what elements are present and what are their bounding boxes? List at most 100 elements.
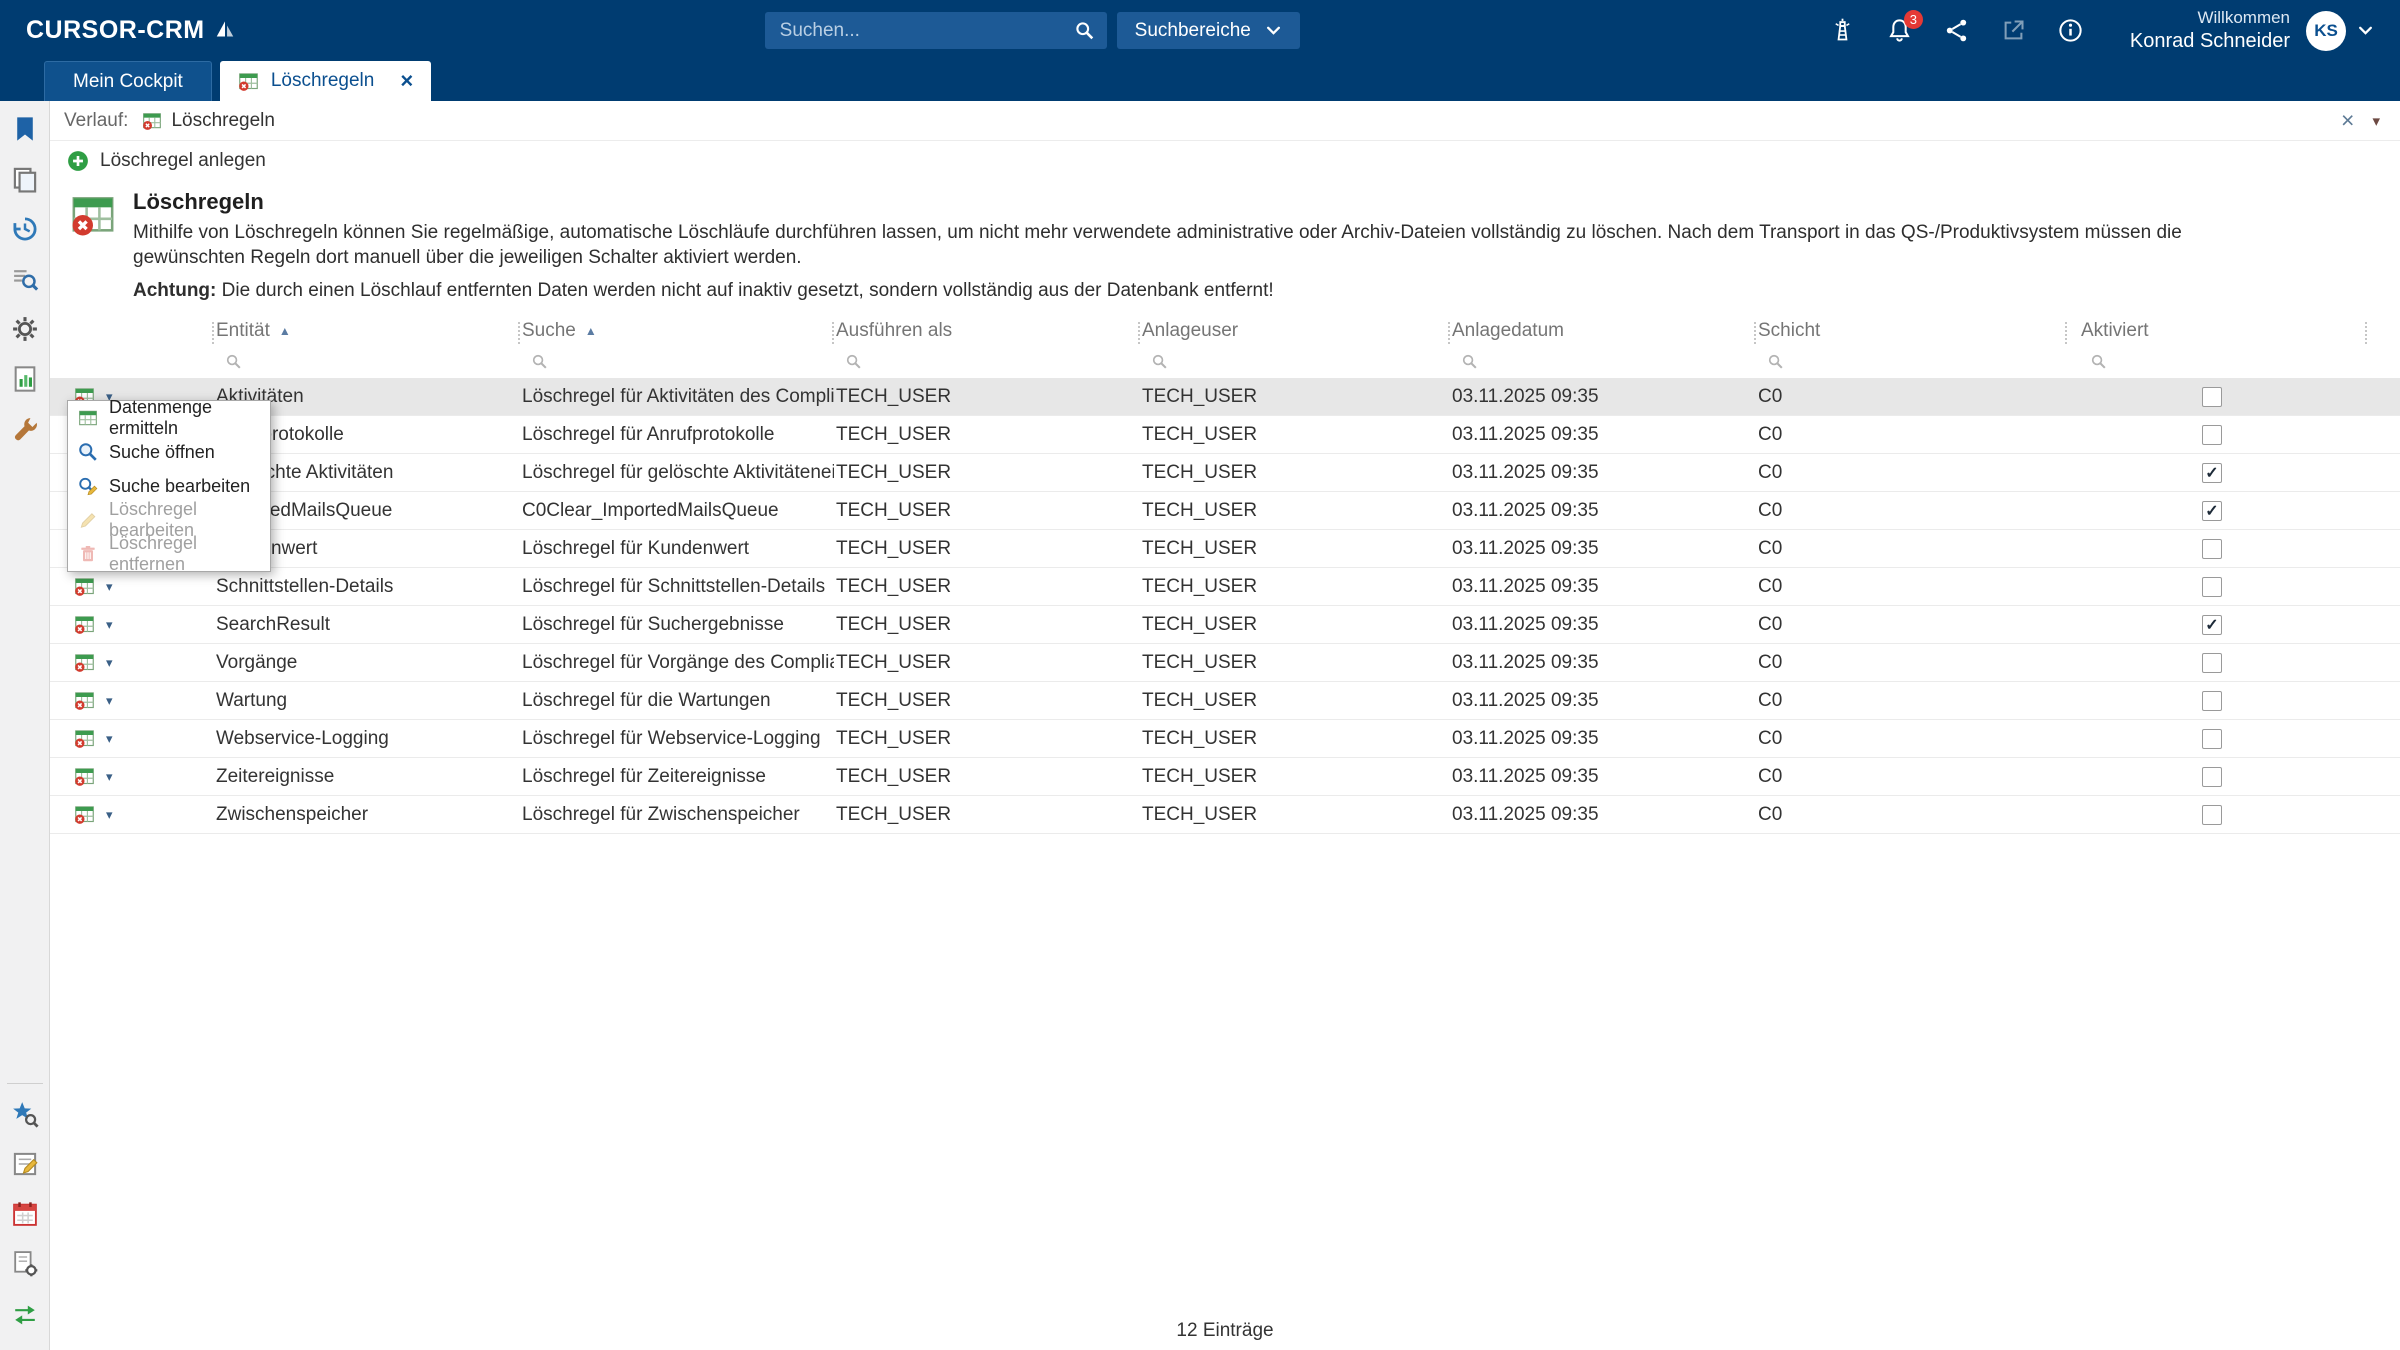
column-filter-anlageuser[interactable] xyxy=(1142,346,1450,376)
history-item-loeschregeln[interactable]: Löschregeln xyxy=(142,110,275,132)
table-row[interactable]: ▾ Aktivitäten Löschregel für Aktivitäten… xyxy=(50,378,2400,416)
cell-ausfuehren-als: TECH_USER xyxy=(834,766,1140,788)
table-row[interactable]: ▾ Vorgänge Löschregel für Vorgänge des C… xyxy=(50,644,2400,682)
notifications-bell-icon[interactable]: 3 xyxy=(1886,17,1913,44)
calendar-icon[interactable] xyxy=(11,1200,39,1228)
activated-checkbox[interactable] xyxy=(2202,425,2222,445)
activated-checkbox[interactable] xyxy=(2202,653,2222,673)
column-header-aktiviert[interactable]: Aktiviert xyxy=(2067,316,2400,378)
search-list-icon[interactable] xyxy=(11,265,39,293)
copy-icon[interactable] xyxy=(11,165,39,193)
row-menu-chevron-icon[interactable]: ▾ xyxy=(106,579,113,595)
row-menu-chevron-icon[interactable]: ▾ xyxy=(106,617,113,633)
column-header-entitaet[interactable]: Entität▲ xyxy=(214,316,520,378)
column-filter-schicht[interactable] xyxy=(1758,346,2067,376)
global-search-input[interactable] xyxy=(765,12,1107,49)
table-row[interactable]: ▾ Webservice-Logging Löschregel für Webs… xyxy=(50,720,2400,758)
deletion-rule-icon xyxy=(74,804,95,825)
table-row[interactable]: ▾ Wartung Löschregel für die Wartungen T… xyxy=(50,682,2400,720)
sort-asc-icon: ▲ xyxy=(585,324,597,338)
add-plus-icon[interactable] xyxy=(67,150,89,172)
cell-anlagedatum: 03.11.2025 09:35 xyxy=(1450,500,1756,522)
row-menu-chevron-icon[interactable]: ▾ xyxy=(106,807,113,823)
tab-loeschregeln[interactable]: Löschregeln × xyxy=(220,61,431,101)
collapse-chevron-icon[interactable]: ▾ xyxy=(2372,112,2380,130)
search-areas-button[interactable]: Suchbereiche xyxy=(1117,12,1300,49)
create-rule-button[interactable]: Löschregel anlegen xyxy=(100,150,266,172)
column-filter-anlagedatum[interactable] xyxy=(1452,346,1756,376)
menu-item-datenmenge-ermitteln[interactable]: Datenmenge ermitteln xyxy=(68,401,270,435)
column-header-ausfuehren-als[interactable]: Ausführen als xyxy=(834,316,1140,378)
lighthouse-icon[interactable] xyxy=(1829,17,1856,44)
column-filter-aktiviert[interactable] xyxy=(2069,346,2400,376)
avatar[interactable]: KS xyxy=(2306,11,2346,51)
row-menu-chevron-icon[interactable]: ▾ xyxy=(106,693,113,709)
column-header-suche[interactable]: Suche▲ xyxy=(520,316,834,378)
column-filter-ausfuehren-als[interactable] xyxy=(836,346,1140,376)
row-menu-chevron-icon[interactable]: ▾ xyxy=(106,731,113,747)
filter-search-icon xyxy=(2090,353,2107,370)
cell-schicht: C0 xyxy=(1756,728,2067,750)
search-areas-label: Suchbereiche xyxy=(1135,20,1251,42)
table-row[interactable]: ▾ Gelöschte Aktivitäten Löschregel für g… xyxy=(50,454,2400,492)
history-icon[interactable] xyxy=(11,215,39,243)
activated-checkbox[interactable]: ✓ xyxy=(2202,501,2222,521)
menu-item-suche-bearbeiten[interactable]: Suche bearbeiten xyxy=(68,469,270,503)
table-row[interactable]: ▾ ImportedMailsQueue C0Clear_ImportedMai… xyxy=(50,492,2400,530)
activated-checkbox[interactable] xyxy=(2202,387,2222,407)
table-row[interactable]: ▾ Zeitereignisse Löschregel für Zeiterei… xyxy=(50,758,2400,796)
cell-suche: Löschregel für Vorgänge des Compliance-.… xyxy=(520,652,834,674)
wrench-icon[interactable] xyxy=(11,415,39,443)
activated-checkbox[interactable]: ✓ xyxy=(2202,615,2222,635)
share-icon[interactable] xyxy=(1943,17,1970,44)
welcome-block: Willkommen Konrad Schneider xyxy=(2130,7,2290,53)
cell-ausfuehren-als: TECH_USER xyxy=(834,576,1140,598)
cell-anlageuser: TECH_USER xyxy=(1140,614,1450,636)
table-body: ▾ Aktivitäten Löschregel für Aktivitäten… xyxy=(50,378,2400,834)
user-menu-chevron-icon[interactable] xyxy=(2357,22,2374,39)
warning-text: Die durch einen Löschlauf entfernten Dat… xyxy=(222,280,1274,301)
activated-checkbox[interactable] xyxy=(2202,805,2222,825)
activated-checkbox[interactable] xyxy=(2202,539,2222,559)
activated-checkbox[interactable] xyxy=(2202,729,2222,749)
table-row[interactable]: ▾ SearchResult Löschregel für Suchergebn… xyxy=(50,606,2400,644)
search-icon[interactable] xyxy=(1074,20,1095,41)
activated-checkbox[interactable] xyxy=(2202,767,2222,787)
cell-suche: Löschregel für Suchergebnisse xyxy=(520,614,834,636)
menu-item-suche-oeffnen[interactable]: Suche öffnen xyxy=(68,435,270,469)
column-header-anlageuser[interactable]: Anlageuser xyxy=(1140,316,1450,378)
external-link-icon[interactable] xyxy=(2000,17,2027,44)
cell-entitaet: Webservice-Logging xyxy=(214,728,520,750)
document-settings-icon[interactable] xyxy=(11,1250,39,1278)
tab-mein-cockpit[interactable]: Mein Cockpit xyxy=(44,61,212,101)
filter-search-icon xyxy=(845,353,862,370)
bookmark-icon[interactable] xyxy=(11,115,39,143)
table-row[interactable]: ▾ Zwischenspeicher Löschregel für Zwisch… xyxy=(50,796,2400,834)
activated-checkbox[interactable] xyxy=(2202,691,2222,711)
activated-checkbox[interactable] xyxy=(2202,577,2222,597)
tab-close-icon[interactable]: × xyxy=(400,70,413,92)
report-icon[interactable] xyxy=(11,365,39,393)
column-filter-entitaet[interactable] xyxy=(216,346,520,376)
favorites-search-icon[interactable] xyxy=(11,1100,39,1128)
column-header-anlagedatum[interactable]: Anlagedatum xyxy=(1450,316,1756,378)
notes-icon[interactable] xyxy=(11,1150,39,1178)
column-header-schicht[interactable]: Schicht xyxy=(1756,316,2067,378)
transfer-icon[interactable] xyxy=(11,1300,39,1328)
row-menu-chevron-icon[interactable]: ▾ xyxy=(106,769,113,785)
activated-checkbox[interactable]: ✓ xyxy=(2202,463,2222,483)
table-row[interactable]: ▾ Schnittstellen-Details Löschregel für … xyxy=(50,568,2400,606)
table-row[interactable]: ▾ Anrufprotokolle Löschregel für Anrufpr… xyxy=(50,416,2400,454)
close-icon[interactable]: × xyxy=(2341,109,2354,132)
settings-gear-icon[interactable] xyxy=(11,315,39,343)
info-icon[interactable] xyxy=(2057,17,2084,44)
cell-suche: Löschregel für Kundenwert xyxy=(520,538,834,560)
table-row[interactable]: ▾ Kundenwert Löschregel für Kundenwert T… xyxy=(50,530,2400,568)
column-filter-suche[interactable] xyxy=(522,346,834,376)
row-menu-chevron-icon[interactable]: ▾ xyxy=(106,655,113,671)
menu-item-label: Löschregel entfernen xyxy=(109,533,260,575)
filter-search-icon xyxy=(1461,353,1478,370)
cell-suche: Löschregel für Schnittstellen-Details xyxy=(520,576,834,598)
cell-suche: Löschregel für Zeitereignisse xyxy=(520,766,834,788)
cell-entitaet: SearchResult xyxy=(214,614,520,636)
